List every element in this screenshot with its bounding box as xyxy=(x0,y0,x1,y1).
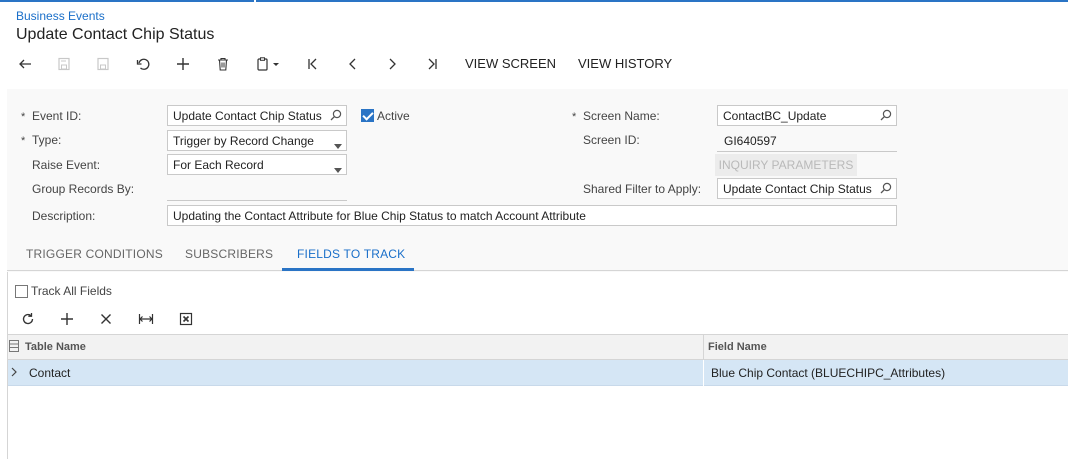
event-id-value: Update Contact Chip Status xyxy=(173,109,322,123)
save-close-icon[interactable] xyxy=(53,52,75,76)
active-label: Active xyxy=(377,109,410,123)
screen-name-value: ContactBC_Update xyxy=(723,109,827,123)
tab-fields-to-track[interactable]: FIELDS TO TRACK xyxy=(297,247,405,261)
tab-subscribers[interactable]: SUBSCRIBERS xyxy=(185,247,273,261)
chevron-down-icon xyxy=(334,162,342,174)
search-icon[interactable] xyxy=(880,109,892,124)
screen-name-field[interactable]: ContactBC_Update xyxy=(717,105,897,126)
undo-icon[interactable] xyxy=(132,52,154,76)
export-excel-icon[interactable] xyxy=(175,307,197,331)
tab-bar: TRIGGER CONDITIONS SUBSCRIBERS FIELDS TO… xyxy=(7,237,1068,271)
type-value: Trigger by Record Change xyxy=(173,134,314,148)
last-icon[interactable] xyxy=(421,52,443,76)
description-field[interactable]: Updating the Contact Attribute for Blue … xyxy=(167,205,897,226)
track-all-fields-label: Track All Fields xyxy=(31,284,112,298)
search-icon[interactable] xyxy=(330,109,342,124)
screen-id-label: Screen ID: xyxy=(583,133,640,147)
type-label: Type: xyxy=(32,133,62,147)
column-settings-icon[interactable] xyxy=(9,340,19,355)
group-records-by-underline xyxy=(167,200,347,201)
active-checkbox[interactable] xyxy=(361,109,374,122)
next-icon[interactable] xyxy=(381,52,403,76)
cell-separator xyxy=(703,360,704,386)
clipboard-icon[interactable] xyxy=(252,52,286,76)
first-icon[interactable] xyxy=(302,52,324,76)
view-history-button[interactable]: VIEW HISTORY xyxy=(578,56,672,71)
active-tab-indicator xyxy=(282,268,414,271)
raise-event-select[interactable]: For Each Record xyxy=(167,154,347,175)
tab-trigger-conditions[interactable]: TRIGGER CONDITIONS xyxy=(26,247,163,261)
shared-filter-field[interactable]: Update Contact Chip Status xyxy=(717,178,897,199)
save-icon[interactable] xyxy=(92,52,114,76)
required-marker: * xyxy=(21,135,26,147)
shared-filter-label: Shared Filter to Apply: xyxy=(583,182,702,196)
delete-row-icon[interactable] xyxy=(95,307,117,331)
event-id-label: Event ID: xyxy=(32,109,82,123)
breadcrumb[interactable]: Business Events xyxy=(16,9,105,23)
field-name-cell[interactable]: Blue Chip Contact (BLUECHIPC_Attributes) xyxy=(711,366,945,380)
top-accent-gap xyxy=(254,0,256,2)
screen-id-underline xyxy=(717,151,897,152)
table-name-cell[interactable]: Contact xyxy=(29,366,70,380)
track-all-fields-checkbox[interactable] xyxy=(15,285,28,298)
table-row[interactable]: Contact Blue Chip Contact (BLUECHIPC_Att… xyxy=(8,360,1068,386)
raise-event-value: For Each Record xyxy=(173,158,264,172)
add-icon[interactable] xyxy=(172,52,194,76)
delete-icon[interactable] xyxy=(212,52,234,76)
search-icon[interactable] xyxy=(880,182,892,197)
raise-event-label: Raise Event: xyxy=(32,158,101,172)
chevron-right-icon xyxy=(11,366,17,380)
group-records-by-label: Group Records By: xyxy=(32,182,135,196)
column-header-table-name[interactable]: Table Name xyxy=(25,341,86,353)
column-header-field-name[interactable]: Field Name xyxy=(708,341,767,353)
screen-name-label: Screen Name: xyxy=(583,109,660,123)
description-label: Description: xyxy=(32,209,96,223)
column-separator xyxy=(703,335,704,361)
type-select[interactable]: Trigger by Record Change xyxy=(167,130,347,151)
event-id-field[interactable]: Update Contact Chip Status xyxy=(167,105,347,126)
top-accent-line xyxy=(0,0,1068,2)
screen-id-value: GI640597 xyxy=(724,134,777,148)
shared-filter-value: Update Contact Chip Status xyxy=(723,182,872,196)
refresh-icon[interactable] xyxy=(17,307,39,331)
chevron-down-icon xyxy=(334,138,342,150)
fields-to-track-panel: Track All Fields Table Name Field Name C… xyxy=(7,272,1068,459)
required-marker: * xyxy=(21,111,26,123)
description-value: Updating the Contact Attribute for Blue … xyxy=(173,209,586,223)
required-marker: * xyxy=(572,111,577,123)
inquiry-parameters-button[interactable]: INQUIRY PARAMETERS xyxy=(715,154,857,176)
back-icon[interactable] xyxy=(14,52,36,76)
view-screen-button[interactable]: VIEW SCREEN xyxy=(465,56,556,71)
page-title: Update Contact Chip Status xyxy=(16,26,215,43)
grid-header: Table Name Field Name xyxy=(8,334,1068,361)
add-row-icon[interactable] xyxy=(56,307,78,331)
main-toolbar: VIEW SCREEN VIEW HISTORY xyxy=(0,52,1068,76)
fit-columns-icon[interactable] xyxy=(135,307,157,331)
prev-icon[interactable] xyxy=(342,52,364,76)
